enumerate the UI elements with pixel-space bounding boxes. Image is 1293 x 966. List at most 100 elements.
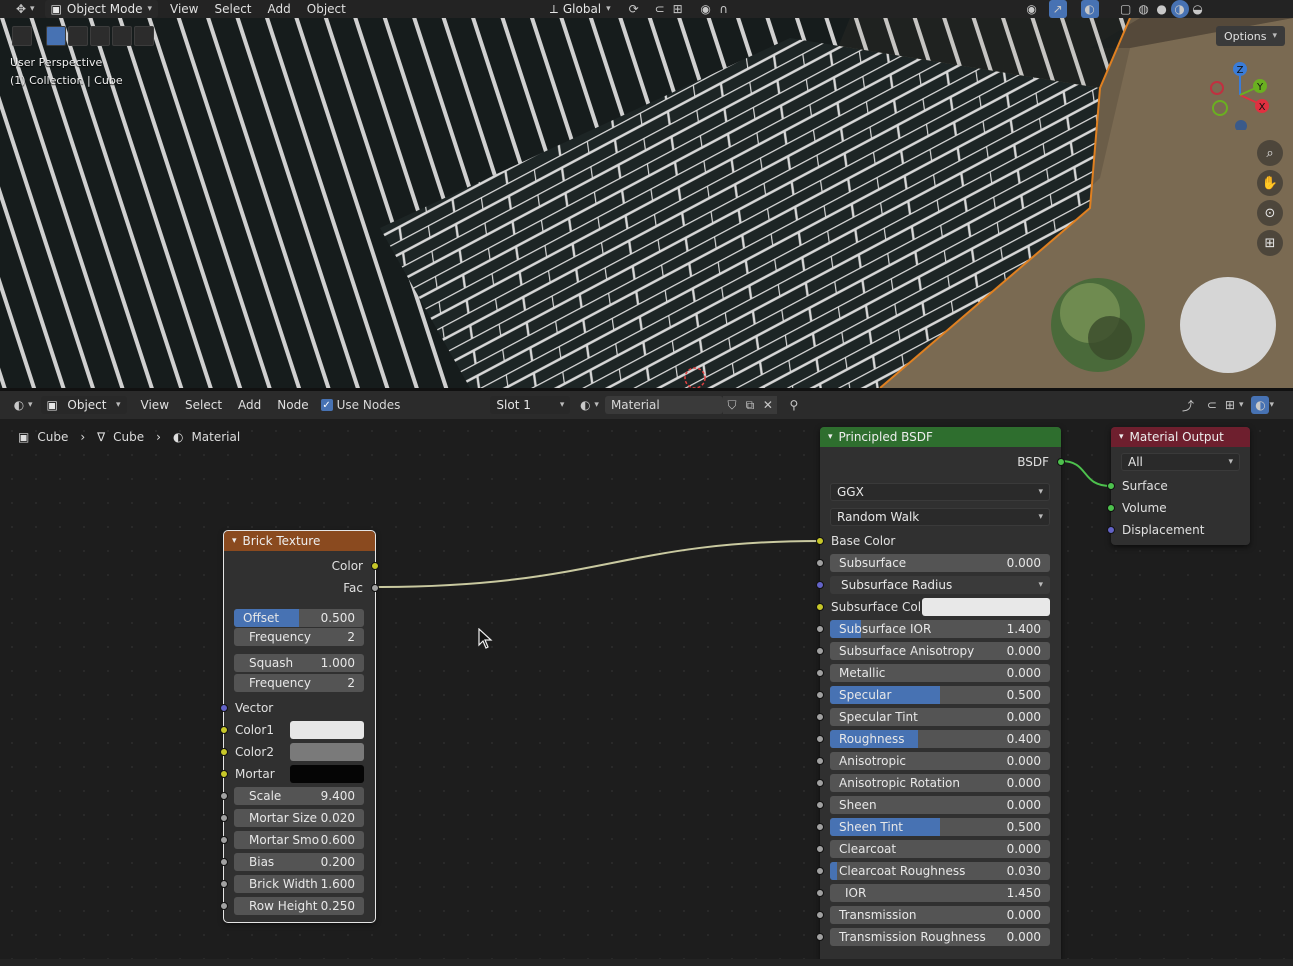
bsdf-input-socket[interactable] — [816, 801, 824, 809]
bsdf-param-field[interactable]: Metallic 0.000 — [830, 664, 1050, 682]
camera-icon[interactable]: ⊙ — [1257, 200, 1283, 226]
select-tool-button[interactable] — [12, 26, 32, 46]
editor-type-icon[interactable]: ✥ — [12, 0, 30, 18]
gizmo-icon[interactable]: ↗ — [1048, 0, 1067, 18]
color1-swatch[interactable] — [290, 721, 364, 739]
mortar-swatch[interactable] — [290, 765, 364, 783]
select-new-button[interactable] — [46, 26, 66, 46]
volume-input-socket[interactable] — [1107, 504, 1115, 512]
brick-input-socket[interactable] — [220, 814, 228, 822]
bsdf-param-field[interactable]: Specular 0.500 — [830, 686, 1050, 704]
orientation-dropdown[interactable]: ⟂ Global ▾ — [544, 0, 617, 18]
brick-param-field[interactable]: Scale 9.400 — [234, 787, 364, 805]
displacement-input-socket[interactable] — [1107, 526, 1115, 534]
surface-input-socket[interactable] — [1107, 482, 1115, 490]
bsdf-input-socket[interactable] — [816, 889, 824, 897]
parent-node-tree-icon[interactable]: ⤴ — [1179, 396, 1197, 414]
material-output-node[interactable]: ▾ Material Output All ▾ Surface Volume D… — [1107, 427, 1250, 545]
color2-input-socket[interactable] — [220, 748, 228, 756]
principled-bsdf-node[interactable]: ▾ Principled BSDF BSDF GGX ▾ Random Walk… — [816, 427, 1065, 959]
collapse-arrow-icon[interactable]: ▾ — [828, 432, 833, 442]
menu-node[interactable]: Node — [269, 396, 316, 414]
bsdf-input-socket[interactable] — [816, 713, 824, 721]
brick-param-field[interactable]: Mortar Smo 0.600 — [234, 831, 364, 849]
snap-icon[interactable]: ⊂ — [1203, 396, 1221, 414]
base-color-input-socket[interactable] — [816, 537, 824, 545]
neg-x-axis-icon[interactable] — [1210, 81, 1224, 95]
select-invert-button[interactable] — [112, 26, 132, 46]
bsdf-input-socket[interactable] — [816, 647, 824, 655]
color2-swatch[interactable] — [290, 743, 364, 761]
color-output-socket[interactable] — [371, 562, 379, 570]
select-subtract-button[interactable] — [90, 26, 110, 46]
shader-type-dropdown[interactable]: ▣ Object ▾ — [40, 396, 127, 414]
subsurface-color-swatch[interactable] — [922, 598, 1050, 616]
proportional-edit-icon[interactable]: ◉ — [697, 0, 715, 18]
neg-y-axis-icon[interactable] — [1212, 100, 1228, 116]
pin-icon[interactable]: ⚲ — [785, 396, 803, 414]
subsurface-method-dropdown[interactable]: Random Walk ▾ — [830, 508, 1050, 526]
output-node-header[interactable]: ▾ Material Output — [1111, 427, 1250, 447]
frequency-field[interactable]: Frequency 2 — [234, 628, 364, 646]
bsdf-input-socket[interactable] — [816, 735, 824, 743]
falloff-icon[interactable]: ∩ — [715, 0, 733, 18]
zoom-icon[interactable]: ⌕ — [1257, 140, 1283, 166]
bsdf-param-field[interactable]: Sheen Tint 0.500 — [830, 818, 1050, 836]
menu-add[interactable]: Add — [260, 0, 299, 18]
subsurface-input-socket[interactable] — [816, 559, 824, 567]
menu-select[interactable]: Select — [206, 0, 259, 18]
bsdf-input-socket[interactable] — [816, 779, 824, 787]
bsdf-param-field[interactable]: Clearcoat Roughness 0.030 — [830, 862, 1050, 880]
bsdf-output-socket[interactable] — [1057, 458, 1065, 466]
brick-input-socket[interactable] — [220, 858, 228, 866]
bsdf-param-field[interactable]: Subsurface IOR 1.400 — [830, 620, 1050, 638]
slot-dropdown[interactable]: Slot 1 ▾ — [490, 396, 571, 414]
duplicate-material-icon[interactable]: ⧉ — [740, 396, 759, 414]
brick-param-field[interactable]: Row Height 0.250 — [234, 897, 364, 915]
wireframe-shading-icon[interactable]: ◍ — [1135, 0, 1153, 18]
bsdf-param-field[interactable]: IOR 1.450 — [830, 884, 1050, 902]
bsdf-node-header[interactable]: ▾ Principled BSDF — [820, 427, 1061, 447]
snap-target-icon[interactable]: ⊞ — [669, 0, 687, 18]
snap-target-icon[interactable]: ⊞ — [1221, 396, 1239, 414]
pivot-icon[interactable]: ⟳ — [625, 0, 643, 18]
bsdf-param-field[interactable]: Transmission Roughness 0.000 — [830, 928, 1050, 946]
menu-object[interactable]: Object — [299, 0, 354, 18]
bsdf-input-socket[interactable] — [816, 911, 824, 919]
bsdf-input-socket[interactable] — [816, 625, 824, 633]
color1-input-socket[interactable] — [220, 726, 228, 734]
fac-output-socket[interactable] — [371, 584, 379, 592]
vector-input-socket[interactable] — [220, 704, 228, 712]
collapse-arrow-icon[interactable]: ▾ — [1119, 432, 1124, 442]
subsurface-field[interactable]: Subsurface 0.000 — [830, 554, 1050, 572]
select-intersect-button[interactable] — [134, 26, 154, 46]
solid-shading-icon[interactable]: ● — [1153, 0, 1171, 18]
material-shading-icon[interactable]: ◑ — [1170, 0, 1189, 18]
pan-hand-icon[interactable]: ✋ — [1257, 170, 1283, 196]
material-name-field[interactable]: Material — [604, 396, 723, 414]
mode-dropdown[interactable]: ▣ Object Mode ▾ — [44, 0, 158, 18]
editor-type-icon[interactable]: ◐ — [10, 396, 28, 414]
navigation-gizmo[interactable]: Z X Y — [1205, 60, 1275, 130]
offset-field[interactable]: Offset 0.500 — [234, 609, 364, 627]
options-button[interactable]: Options ▾ — [1216, 26, 1285, 46]
unlink-close-icon[interactable]: ✕ — [758, 396, 777, 414]
menu-view[interactable]: View — [133, 396, 177, 414]
fake-user-shield-icon[interactable]: ⛉ — [722, 396, 741, 414]
bsdf-param-field[interactable]: Specular Tint 0.000 — [830, 708, 1050, 726]
overlay-icon[interactable]: ◐ — [1251, 396, 1270, 414]
brick-input-socket[interactable] — [220, 880, 228, 888]
bsdf-param-field[interactable]: Anisotropic Rotation 0.000 — [830, 774, 1050, 792]
bsdf-input-socket[interactable] — [816, 823, 824, 831]
output-target-dropdown[interactable]: All ▾ — [1121, 453, 1240, 471]
brick-input-socket[interactable] — [220, 836, 228, 844]
brick-param-field[interactable]: Bias 0.200 — [234, 853, 364, 871]
3d-viewport[interactable]: User Perspective (1) Collection | Cube O… — [0, 18, 1293, 388]
menu-select[interactable]: Select — [177, 396, 230, 414]
bsdf-input-socket[interactable] — [816, 691, 824, 699]
brick-param-field[interactable]: Mortar Size 0.020 — [234, 809, 364, 827]
menu-add[interactable]: Add — [230, 396, 269, 414]
visibility-icon[interactable]: ◉ — [1023, 0, 1041, 18]
bsdf-param-field[interactable]: Subsurface Anisotropy 0.000 — [830, 642, 1050, 660]
distribution-dropdown[interactable]: GGX ▾ — [830, 483, 1050, 501]
